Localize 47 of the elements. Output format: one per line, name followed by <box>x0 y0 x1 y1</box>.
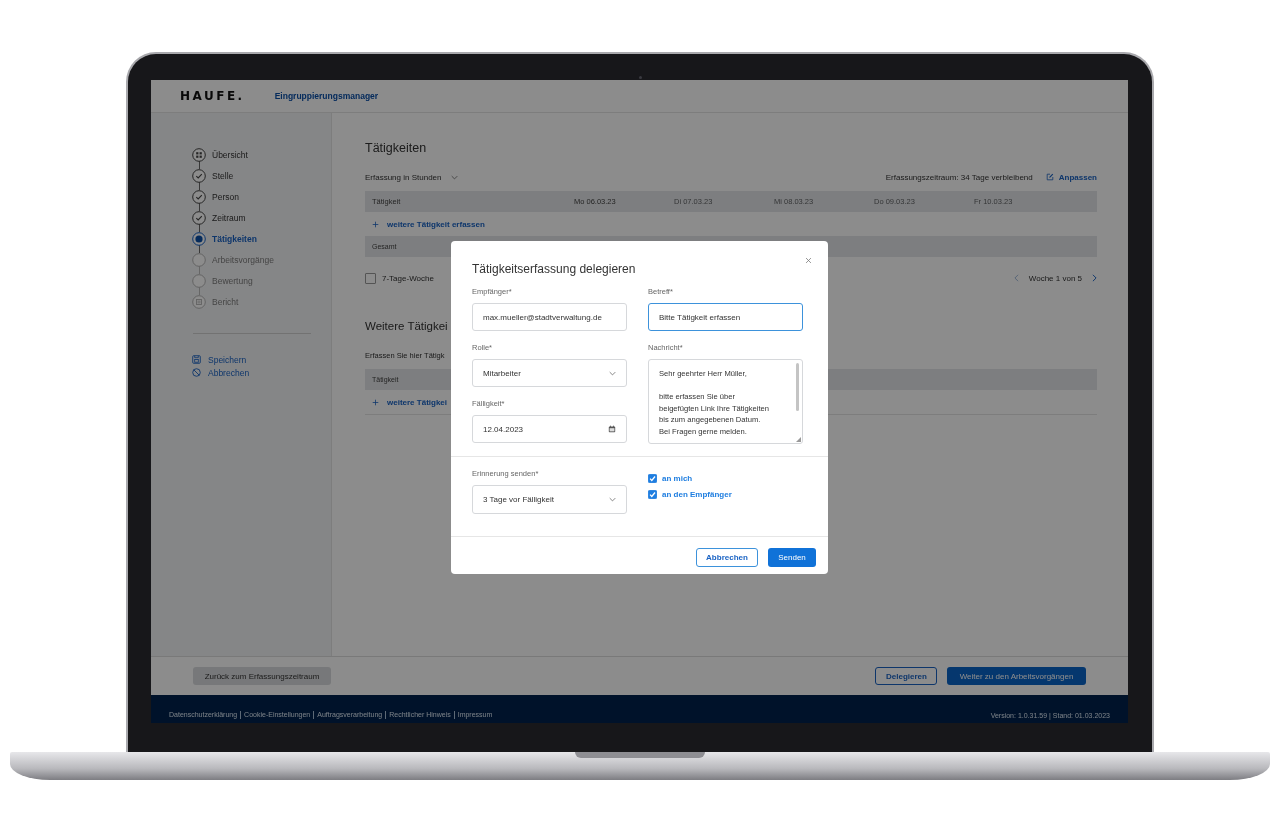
check-icon <box>192 210 206 225</box>
input-field[interactable]: Bitte Tätigkeit erfassen <box>648 303 803 331</box>
section-title: Tätigkeiten <box>365 140 428 156</box>
check-icon <box>192 189 206 204</box>
plus-icon <box>372 398 379 406</box>
sidebar-link[interactable]: Abbrechen <box>192 366 331 379</box>
add-activity-link[interactable]: weitere Tätigkeit erfassen <box>365 212 1097 236</box>
section-title: Weitere Tätigkei <box>365 319 448 334</box>
checkbox-icon[interactable] <box>648 489 657 499</box>
resize-grip-icon[interactable] <box>796 437 801 442</box>
reminder-checkbox[interactable]: an den Empfänger <box>648 486 803 502</box>
footer-button[interactable]: Weiter zu den Arbeitsvorgängen <box>947 667 1086 685</box>
calendar-icon[interactable] <box>608 425 616 433</box>
app-title: Eingruppierungsmanager <box>274 91 379 101</box>
footer-button[interactable]: Delegieren <box>875 667 937 685</box>
checkbox-icon[interactable] <box>648 473 657 483</box>
save-icon <box>192 355 201 364</box>
unit-dropdown[interactable]: Erfassung in Stunden <box>365 172 458 182</box>
back-button[interactable]: Zurück zum Erfassungszeitraum <box>193 667 331 685</box>
cancel-icon <box>192 368 201 377</box>
week-label: Woche 1 von 5 <box>1028 273 1082 283</box>
period-text: Erfassungszeitraum: 34 Tage verbleibend <box>885 172 1033 182</box>
empty-circle-icon <box>192 273 206 288</box>
document-icon <box>192 294 206 309</box>
seven-day-checkbox[interactable]: 7-Tage-Woche <box>365 272 434 284</box>
dialog-button[interactable]: Senden <box>768 548 816 567</box>
plus-icon <box>372 220 379 228</box>
dialog-title: Tätigkeitserfassung delegieren <box>472 261 637 277</box>
chevron-down-icon <box>609 497 616 502</box>
logo: HAUFE. <box>180 89 245 103</box>
edit-icon <box>1045 173 1054 181</box>
reminder-checkbox[interactable]: an mich <box>648 470 803 486</box>
empty-circle-icon <box>192 252 206 267</box>
close-icon[interactable] <box>805 257 812 264</box>
input-field[interactable]: max.mueller@stadtverwaltung.de <box>472 303 627 331</box>
camera-lens <box>639 76 642 79</box>
adjust-link[interactable]: Anpassen <box>1045 172 1097 182</box>
chevron-down-icon <box>609 370 616 376</box>
select-field[interactable]: Mitarbeiter <box>472 359 627 387</box>
sidebar-link[interactable]: Speichern <box>192 353 331 366</box>
active-step-icon <box>192 231 206 246</box>
chevron-down-icon <box>450 174 458 180</box>
check-icon <box>192 168 206 183</box>
select-field[interactable]: 3 Tage vor Fälligkeit <box>472 485 627 514</box>
dialog-button[interactable]: Abbrechen <box>696 548 758 567</box>
date-field[interactable]: 12.04.2023 <box>472 415 627 443</box>
grid-icon <box>192 147 206 162</box>
